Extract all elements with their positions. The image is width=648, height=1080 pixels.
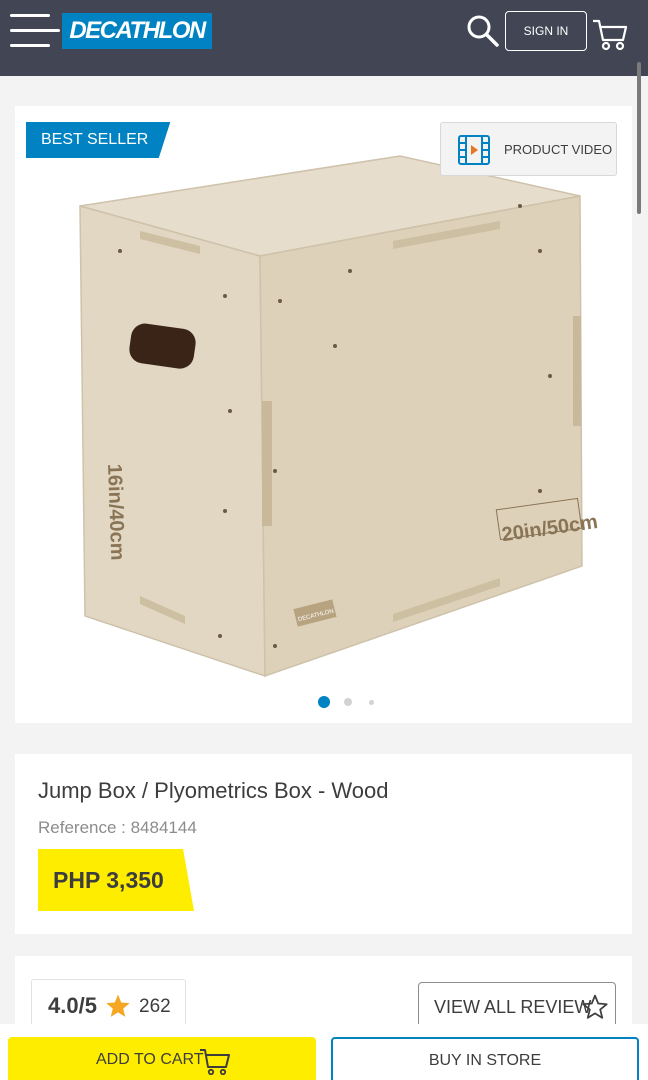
- sign-in-button[interactable]: SIGN IN: [505, 11, 587, 51]
- buy-in-store-button[interactable]: BUY IN STORE: [331, 1037, 639, 1080]
- product-reference: Reference : 8484144: [38, 818, 197, 837]
- product-info: Jump Box / Plyometrics Box - Wood Refere…: [15, 754, 632, 934]
- product-price: PHP 3,350: [53, 867, 164, 893]
- best-seller-badge: BEST SELLER: [26, 122, 171, 158]
- product-title: Jump Box / Plyometrics Box - Wood: [38, 778, 389, 803]
- cart-icon[interactable]: [592, 16, 628, 52]
- cart-icon: [200, 1049, 230, 1075]
- side-marking: 16in/40cm: [103, 463, 128, 560]
- carousel-dot-2[interactable]: [344, 698, 352, 706]
- search-icon[interactable]: [466, 14, 500, 48]
- carousel-dot-1[interactable]: [318, 696, 330, 708]
- menu-icon[interactable]: [10, 14, 60, 48]
- star-outline-icon: [582, 994, 608, 1019]
- buy-in-store-label: BUY IN STORE: [428, 1052, 542, 1069]
- brand-logo[interactable]: DECATHLON: [62, 13, 212, 49]
- add-to-cart-label: ADD TO CART: [96, 1051, 204, 1068]
- page-scrollbar[interactable]: [637, 62, 641, 214]
- carousel-dot-3[interactable]: [369, 700, 374, 705]
- product-gallery: 16in/40cm 20in/50cm DECATHLON BEST SELLE…: [15, 106, 632, 723]
- product-video-label: PRODUCT VIDEO: [504, 142, 613, 157]
- film-icon: [458, 135, 490, 165]
- add-to-cart-button[interactable]: ADD TO CART: [8, 1037, 316, 1080]
- product-image[interactable]: 16in/40cm 20in/50cm DECATHLON: [70, 146, 600, 686]
- sticky-action-bar: ADD TO CART BUY IN STORE: [0, 1024, 648, 1080]
- product-video-button[interactable]: PRODUCT VIDEO: [440, 122, 617, 176]
- top-header: DECATHLON SIGN IN: [0, 0, 648, 76]
- price-tag: PHP 3,350: [38, 849, 194, 911]
- star-icon: [106, 994, 130, 1017]
